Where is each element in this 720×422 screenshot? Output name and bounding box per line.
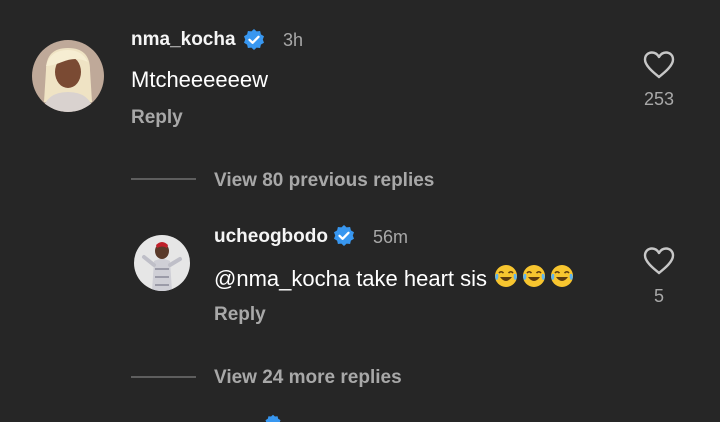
reply-text: @nma_kocha take heart sis xyxy=(214,263,577,292)
reply-like-count: 5 xyxy=(653,286,664,306)
reply-text-body: take heart sis xyxy=(350,266,488,291)
laughing-emojis xyxy=(493,263,577,289)
reply-avatar[interactable] xyxy=(134,235,190,291)
tears-of-joy-emoji-icon xyxy=(551,265,574,287)
avatar[interactable] xyxy=(32,40,104,112)
reply-button[interactable]: Reply xyxy=(214,304,266,326)
reply-time: 56m xyxy=(373,227,409,247)
verified-badge-icon xyxy=(244,29,264,50)
comment-text: Mtcheeeeeew xyxy=(131,67,268,92)
verified-badge-icon xyxy=(265,414,281,422)
view-more-replies-button[interactable]: View 24 more replies xyxy=(214,367,402,389)
comment-username[interactable]: nma_kocha xyxy=(131,29,236,51)
heart-icon[interactable] xyxy=(642,50,676,80)
comment-time: 3h xyxy=(283,30,304,50)
reply-button[interactable]: Reply xyxy=(131,107,183,129)
reply-username[interactable]: ucheogbodo xyxy=(214,226,328,248)
divider-line xyxy=(131,376,196,378)
mention-link[interactable]: @nma_kocha xyxy=(214,266,350,291)
divider-line xyxy=(131,178,196,180)
view-previous-replies-button[interactable]: View 80 previous replies xyxy=(214,170,434,192)
tears-of-joy-emoji-icon xyxy=(523,265,546,287)
tears-of-joy-emoji-icon xyxy=(495,265,518,287)
verified-badge-icon xyxy=(334,225,354,246)
heart-icon[interactable] xyxy=(642,246,676,276)
like-count: 253 xyxy=(643,89,675,109)
